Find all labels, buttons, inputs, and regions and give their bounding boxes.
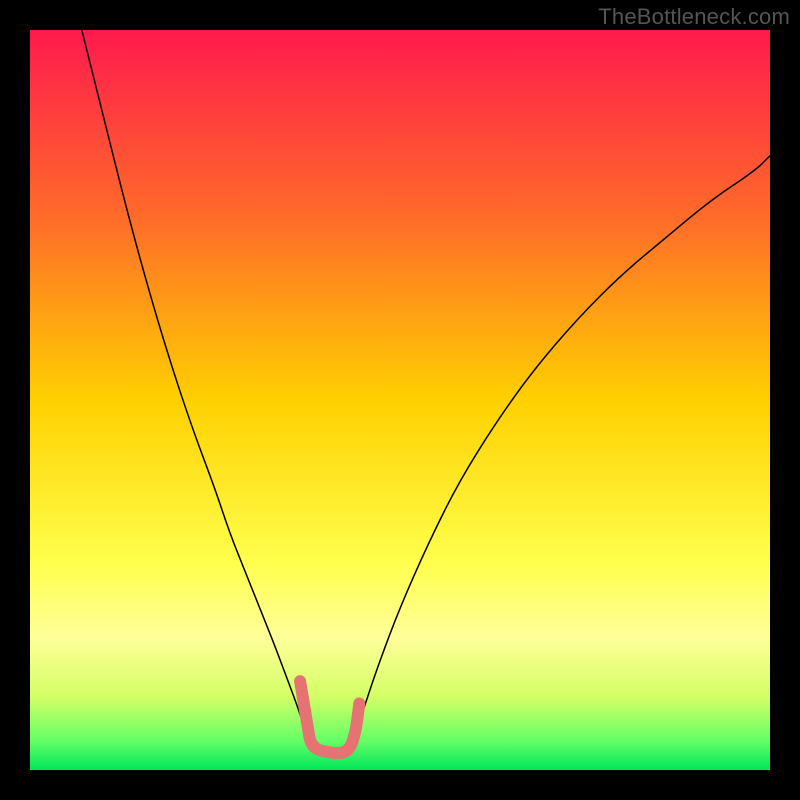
series-curve-right (352, 156, 770, 744)
chart-container: TheBottleneck.com (0, 0, 800, 800)
plot-area (30, 30, 770, 770)
series-pink-segment (300, 681, 359, 753)
curves-overlay (30, 30, 770, 770)
watermark-text: TheBottleneck.com (598, 4, 790, 30)
series-curve-left (82, 30, 310, 744)
